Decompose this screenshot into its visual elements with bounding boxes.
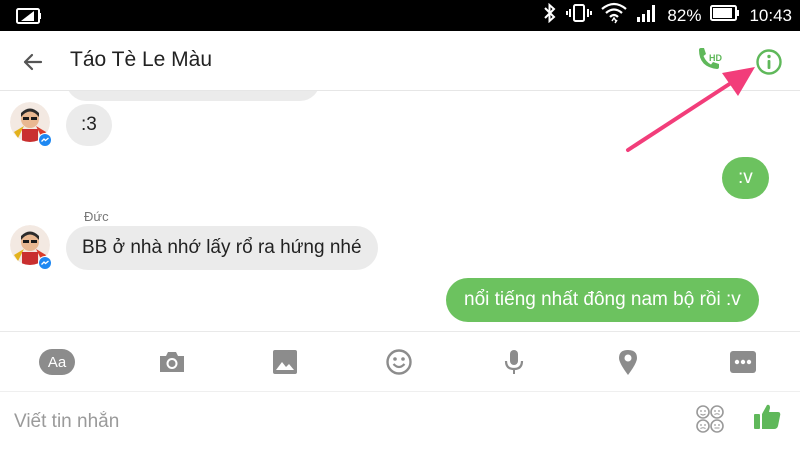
thumbs-up-icon	[754, 404, 781, 429]
messenger-badge-icon	[38, 133, 52, 147]
message-bubble[interactable]: :3	[66, 104, 112, 146]
camera-button[interactable]	[156, 346, 188, 378]
info-icon	[756, 49, 782, 75]
stickers-button[interactable]	[695, 404, 727, 436]
message-list[interactable]: :3 :v Đức BB ở nhà nhớ lấy rổ ra hứng nh…	[0, 91, 800, 331]
stickers-icon	[696, 405, 724, 433]
previous-message-bubble[interactable]	[66, 91, 320, 101]
battery-icon	[710, 5, 740, 26]
more-button[interactable]	[727, 346, 759, 378]
more-icon	[730, 351, 756, 373]
gallery-button[interactable]	[269, 346, 301, 378]
image-icon	[273, 350, 297, 374]
emoji-icon	[386, 349, 412, 375]
location-icon	[619, 350, 637, 375]
text-format-label: Aa	[47, 354, 67, 371]
status-icons: 82% 10:43	[543, 0, 792, 31]
location-button[interactable]	[612, 346, 644, 378]
message-bubble[interactable]: :v	[722, 157, 769, 199]
microphone-icon	[504, 350, 524, 374]
arrow-back-icon	[23, 53, 43, 71]
emoji-button[interactable]	[383, 346, 415, 378]
text-format-button[interactable]: Aa	[39, 346, 75, 378]
conversation-header: Táo Tè Le Màu HD	[0, 31, 800, 91]
like-button[interactable]	[752, 401, 786, 435]
composer-toolbar: Aa	[0, 331, 800, 391]
message-bubble[interactable]: BB ở nhà nhớ lấy rổ ra hứng nhé	[66, 226, 378, 270]
battery-saver-icon	[16, 7, 42, 30]
info-button[interactable]	[755, 48, 783, 76]
composer	[0, 391, 800, 450]
status-bar: 82% 10:43	[0, 0, 800, 31]
voice-button[interactable]	[498, 346, 530, 378]
call-badge: HD	[709, 53, 722, 63]
battery-percent: 82%	[667, 5, 702, 25]
conversation-title[interactable]: Táo Tè Le Màu	[70, 48, 212, 72]
bluetooth-icon	[543, 2, 557, 28]
messenger-badge-icon	[38, 256, 52, 270]
signal-icon	[636, 4, 658, 27]
clock: 10:43	[749, 5, 792, 25]
camera-icon	[160, 352, 184, 372]
hd-call-button[interactable]: HD	[694, 45, 728, 75]
back-button[interactable]	[18, 47, 48, 77]
message-bubble[interactable]: nổi tiếng nhất đông nam bộ rồi :v	[446, 278, 759, 322]
wifi-icon	[601, 2, 628, 29]
message-input[interactable]	[14, 407, 674, 437]
sender-name: Đức	[84, 209, 109, 224]
vibrate-icon	[566, 3, 593, 28]
